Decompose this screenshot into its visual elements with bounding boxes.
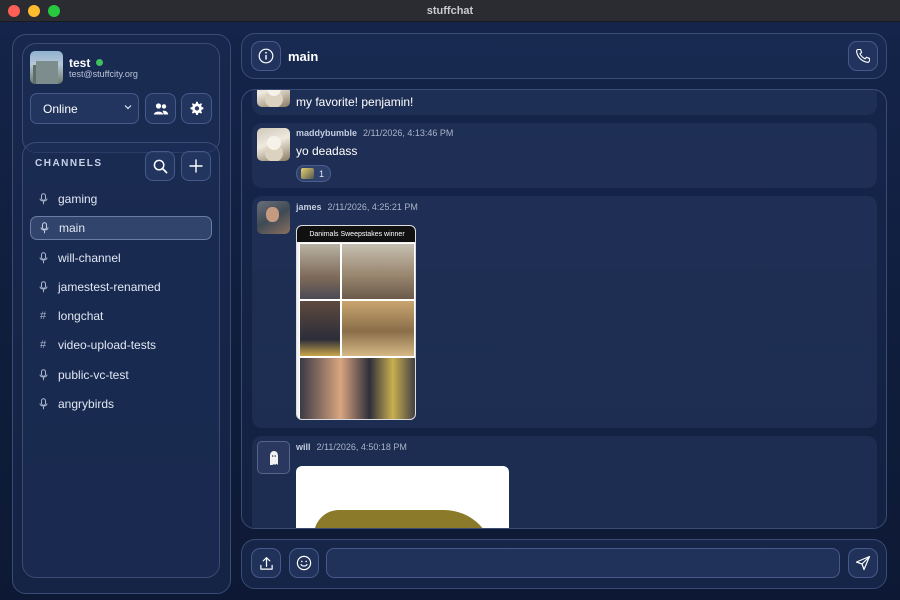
reaction-count: 1 (319, 168, 325, 179)
plus-icon (189, 159, 203, 173)
author-name[interactable]: maddybumble (296, 128, 357, 138)
info-icon (258, 48, 274, 64)
microphone-icon (37, 251, 49, 264)
call-button[interactable] (848, 41, 878, 71)
send-button[interactable] (848, 548, 878, 578)
message-item: my favorite! penjamin! (252, 90, 877, 115)
message-item: will 2/11/2026, 4:50:18 PM (252, 436, 877, 528)
upload-icon (259, 556, 274, 571)
collage-photo (341, 300, 415, 357)
collage-photo (299, 357, 415, 419)
minimize-window-button[interactable] (28, 5, 40, 17)
phone-icon (855, 48, 871, 64)
window-titlebar: stuffchat (0, 0, 900, 22)
author-name[interactable]: will (296, 442, 311, 452)
message-item: maddybumble 2/11/2026, 4:13:46 PM yo dead… (252, 123, 877, 188)
message-list: my favorite! penjamin! maddybumble 2/11/2… (241, 89, 887, 529)
message-author: james 2/11/2026, 4:25:21 PM (296, 202, 418, 212)
microphone-icon (38, 222, 50, 234)
emoji-button[interactable] (289, 548, 319, 578)
microphone-icon (37, 369, 49, 381)
channel-item-main[interactable]: main (30, 216, 212, 241)
message-author: will 2/11/2026, 4:50:18 PM (296, 442, 407, 452)
message-text: my favorite! penjamin! (296, 95, 414, 109)
close-window-button[interactable] (8, 5, 20, 17)
channel-item-label: gaming (58, 192, 98, 206)
message-input[interactable] (326, 548, 840, 578)
profile-email: test@stuffcity.org (69, 69, 138, 79)
author-name[interactable]: james (296, 202, 322, 212)
window-controls (8, 5, 60, 17)
attachment-image-content (314, 510, 494, 528)
avatar[interactable] (257, 90, 290, 107)
smiley-icon (296, 555, 312, 571)
app-root: test test@stuffcity.org Online CHANNELS … (0, 22, 900, 600)
collage-photo (299, 300, 341, 357)
avatar[interactable] (30, 51, 63, 84)
settings-button[interactable] (181, 93, 212, 124)
channel-item-label: video-upload-tests (58, 338, 157, 353)
channel-header (241, 33, 887, 79)
online-status-icon (96, 59, 103, 66)
upload-button[interactable] (251, 548, 281, 578)
channels-header: CHANNELS (35, 158, 103, 169)
message-author: maddybumble 2/11/2026, 4:13:46 PM (296, 128, 453, 138)
zoom-window-button[interactable] (48, 5, 60, 17)
channel-item-angrybirds[interactable]: angrybirds (30, 392, 212, 416)
channel-item-video-upload-tests[interactable]: # video-upload-tests (30, 333, 212, 357)
attachment-caption: Danimals Sweepstakes winner (297, 226, 415, 242)
ghost-icon (268, 450, 280, 466)
window-title: stuffchat (426, 4, 474, 17)
collage-photo (341, 243, 415, 300)
microphone-icon (37, 193, 49, 205)
custom-emoji-icon (301, 168, 314, 179)
image-attachment[interactable] (296, 466, 509, 528)
channel-item-label: will-channel (58, 250, 121, 265)
channel-item-label: main (59, 221, 86, 236)
microphone-icon (37, 281, 49, 293)
add-channel-button[interactable] (181, 151, 211, 181)
reaction-badge[interactable]: 1 (296, 165, 331, 182)
search-icon (153, 159, 168, 174)
channel-item-longchat[interactable]: # longchat (30, 304, 212, 328)
status-select-value: Online (43, 101, 78, 116)
message-text: yo deadass (296, 144, 358, 158)
channel-item-gaming[interactable]: gaming (30, 187, 212, 211)
microphone-icon (37, 398, 49, 410)
channel-list: gaming main will-channel jamestest-renam… (30, 187, 212, 421)
people-icon (153, 102, 169, 116)
avatar[interactable] (257, 128, 290, 161)
gear-icon (189, 101, 204, 116)
status-select[interactable]: Online (30, 93, 139, 124)
collage-photo (299, 243, 341, 300)
page-title: main (288, 49, 319, 64)
channel-item-public-vc-test[interactable]: public-vc-test (30, 363, 212, 387)
message-item: james 2/11/2026, 4:25:21 PM Danimals Swee… (252, 196, 877, 428)
avatar[interactable] (257, 201, 290, 234)
hash-icon: # (39, 339, 47, 352)
channel-item-label: jamestest-renamed (58, 279, 161, 294)
message-timestamp: 2/11/2026, 4:13:46 PM (363, 128, 454, 138)
hash-icon: # (39, 310, 47, 323)
image-attachment[interactable]: Danimals Sweepstakes winner (296, 225, 416, 420)
send-icon (855, 555, 871, 571)
message-timestamp: 2/11/2026, 4:25:21 PM (327, 202, 418, 212)
channel-item-label: public-vc-test (58, 367, 129, 382)
avatar[interactable] (257, 441, 290, 474)
channel-info-button[interactable] (251, 41, 281, 71)
channel-item-jamestest-renamed[interactable]: jamestest-renamed (30, 275, 212, 299)
channel-item-label: angrybirds (58, 397, 115, 412)
profile-username: test (69, 56, 91, 70)
channel-item-will-channel[interactable]: will-channel (30, 246, 212, 270)
chevron-down-icon (124, 103, 132, 111)
search-channels-button[interactable] (145, 151, 175, 181)
channel-item-label: longchat (58, 309, 104, 324)
message-timestamp: 2/11/2026, 4:50:18 PM (316, 442, 407, 452)
friends-button[interactable] (145, 93, 176, 124)
